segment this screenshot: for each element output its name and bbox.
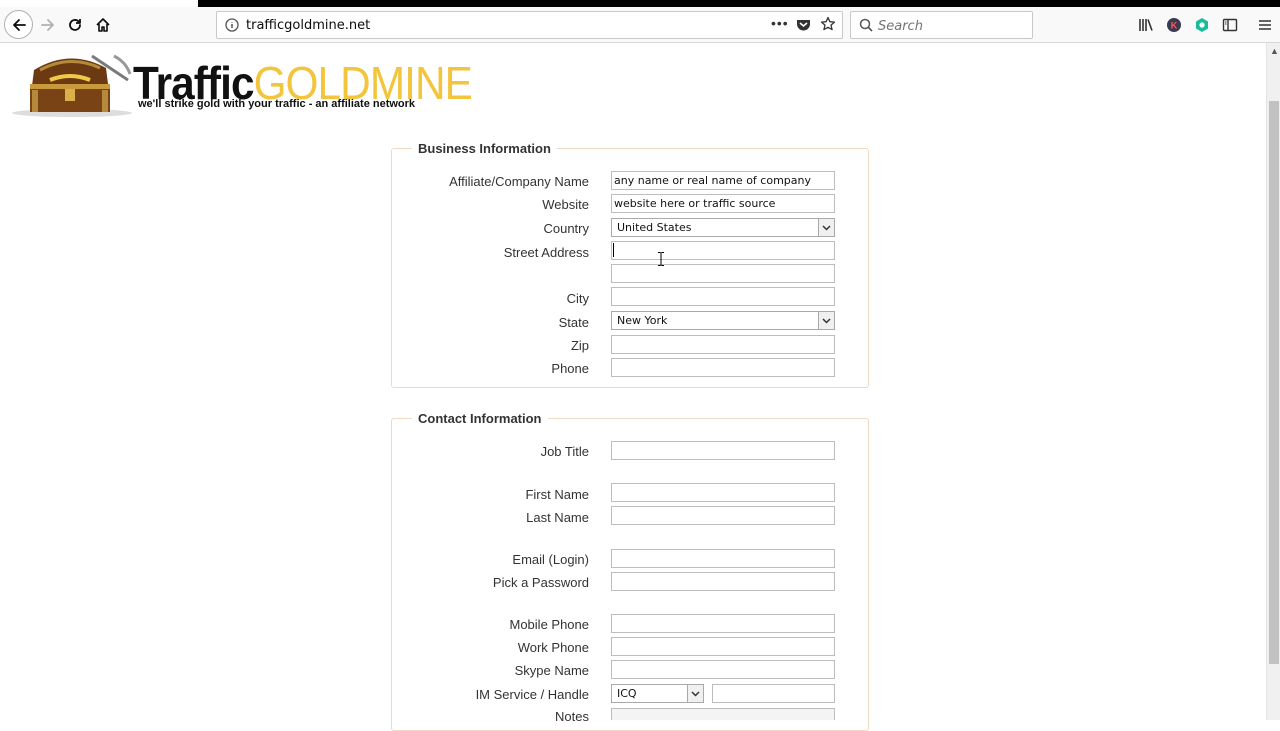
home-icon — [96, 18, 110, 32]
skype-name-label: Skype Name — [514, 663, 589, 678]
last-name-input[interactable] — [611, 506, 835, 525]
text-caret — [613, 243, 614, 257]
password-input[interactable] — [611, 572, 835, 591]
chevron-down-icon[interactable] — [687, 685, 703, 702]
reload-icon — [69, 19, 81, 31]
password-label: Pick a Password — [492, 575, 589, 590]
chevron-down-icon[interactable] — [818, 312, 834, 329]
url-text[interactable]: trafficgoldmine.net — [246, 18, 370, 33]
account-button[interactable]: K — [1164, 15, 1184, 35]
sidebar-icon — [1222, 18, 1238, 32]
mobile-phone-label: Mobile Phone — [509, 617, 590, 632]
company-name-input[interactable] — [611, 171, 835, 190]
street-address-line2-input[interactable] — [611, 264, 835, 283]
forward-button[interactable] — [33, 10, 63, 40]
forward-icon — [41, 19, 54, 31]
account-icon: K — [1167, 18, 1181, 32]
page-scrollbar[interactable]: ▲ — [1266, 43, 1280, 720]
phone-input[interactable] — [611, 358, 835, 377]
pocket-icon[interactable] — [796, 18, 811, 32]
zip-input[interactable] — [611, 335, 835, 354]
job-title-input[interactable] — [611, 441, 835, 460]
city-input[interactable] — [611, 287, 835, 306]
home-button[interactable] — [88, 10, 118, 40]
notes-textarea[interactable] — [611, 708, 835, 720]
svg-text:K: K — [1171, 21, 1178, 31]
url-bar[interactable]: trafficgoldmine.net ••• — [216, 11, 843, 39]
last-name-label: Last Name — [526, 510, 589, 525]
first-name-label: First Name — [525, 487, 589, 502]
email-label: Email (Login) — [512, 552, 589, 567]
company-name-label: Affiliate/Company Name — [449, 174, 589, 189]
website-input[interactable] — [611, 194, 835, 213]
scroll-up-icon[interactable]: ▲ — [1270, 46, 1279, 56]
notes-label: Notes — [555, 709, 589, 724]
browser-toolbar: trafficgoldmine.net ••• K — [0, 7, 1280, 43]
business-legend: Business Information — [418, 141, 551, 156]
street-address-line1-input[interactable] — [611, 241, 835, 260]
country-label: Country — [543, 221, 589, 236]
website-label: Website — [542, 197, 589, 212]
ibeam-cursor-icon — [658, 252, 664, 266]
search-bar[interactable] — [850, 11, 1033, 39]
skype-name-input[interactable] — [611, 660, 835, 679]
contact-legend: Contact Information — [418, 411, 542, 426]
state-label: State — [558, 315, 589, 330]
first-name-input[interactable] — [611, 483, 835, 502]
search-input[interactable] — [878, 17, 1018, 35]
im-handle-input[interactable] — [712, 684, 835, 703]
zip-label: Zip — [570, 338, 589, 353]
library-icon — [1139, 19, 1153, 31]
site-info-icon[interactable] — [225, 18, 239, 32]
city-label: City — [566, 291, 589, 306]
back-icon — [12, 18, 26, 31]
phone-label: Phone — [551, 361, 589, 376]
job-title-label: Job Title — [540, 444, 589, 459]
page-actions-icon[interactable]: ••• — [771, 15, 789, 31]
extension-button[interactable] — [1192, 15, 1212, 35]
reload-button[interactable] — [60, 10, 90, 40]
sidebar-button[interactable] — [1220, 15, 1240, 35]
logo-tagline: we'll strike gold with your traffic - an… — [138, 98, 416, 110]
menu-button[interactable] — [1255, 15, 1275, 35]
window-top-strip — [0, 0, 1280, 7]
street-address-label: Street Address — [503, 245, 589, 260]
bookmark-star-icon[interactable] — [820, 16, 836, 32]
im-service-select[interactable]: ICQ — [611, 684, 704, 703]
im-service-label: IM Service / Handle — [475, 687, 589, 702]
country-select[interactable]: United States — [611, 218, 835, 237]
title-bar — [198, 0, 1280, 7]
search-icon — [859, 18, 873, 32]
treasure-chest-icon — [12, 54, 132, 117]
country-selected: United States — [617, 221, 692, 234]
work-phone-input[interactable] — [611, 637, 835, 656]
state-selected: New York — [617, 314, 668, 327]
site-logo[interactable]: TrafficGOLDMINE we'll strike gold with y… — [10, 50, 473, 120]
back-button[interactable] — [4, 10, 33, 39]
mobile-phone-input[interactable] — [611, 614, 835, 633]
email-input[interactable] — [611, 549, 835, 568]
menu-icon — [1259, 20, 1271, 30]
chevron-down-icon[interactable] — [818, 219, 834, 236]
state-select[interactable]: New York — [611, 311, 835, 330]
im-service-selected: ICQ — [617, 687, 637, 700]
library-button[interactable] — [1136, 15, 1156, 35]
extension-icon — [1196, 18, 1208, 32]
work-phone-label: Work Phone — [517, 640, 589, 655]
scrollbar-thumb[interactable] — [1269, 101, 1279, 664]
